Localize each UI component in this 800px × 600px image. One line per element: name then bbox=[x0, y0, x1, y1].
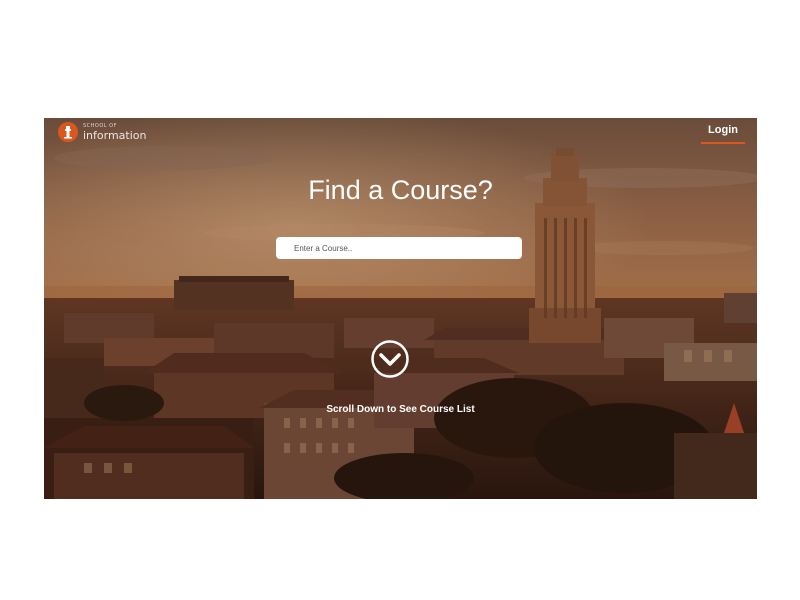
login-link[interactable]: Login bbox=[701, 124, 745, 144]
hero-banner: SCHOOL OF information Login Find a Cours… bbox=[44, 118, 757, 499]
logo-text: SCHOOL OF information bbox=[83, 122, 147, 142]
page-title: Find a Course? bbox=[308, 175, 493, 205]
course-search-input[interactable] bbox=[276, 237, 522, 259]
school-logo[interactable]: SCHOOL OF information bbox=[58, 122, 147, 142]
chevron-down-circle-icon bbox=[371, 340, 409, 378]
scroll-down-button[interactable] bbox=[370, 339, 410, 379]
logo-big-text: information bbox=[83, 128, 147, 142]
scroll-down-label[interactable]: Scroll Down to See Course List bbox=[44, 404, 757, 415]
logo-small-text: SCHOOL OF bbox=[83, 122, 117, 129]
tower-logo-icon bbox=[58, 122, 78, 142]
